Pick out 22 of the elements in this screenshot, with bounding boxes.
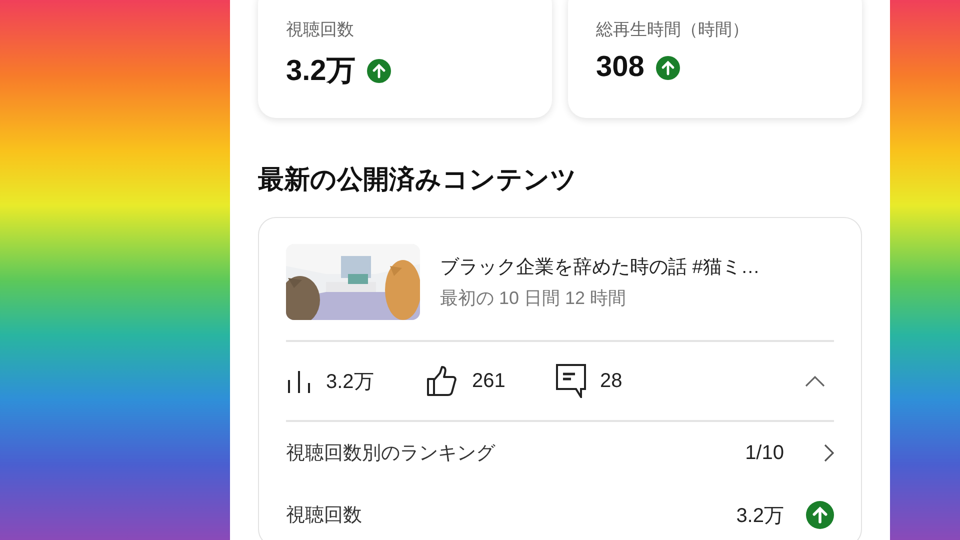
- metric-label: 視聴回数別のランキング: [286, 442, 496, 466]
- video-title[interactable]: ブラック企業を辞めた時の話 #猫ミ…: [440, 254, 760, 280]
- card-value: 308: [596, 51, 644, 84]
- metric-value: 3.2万: [736, 504, 784, 528]
- card-label: 視聴回数: [286, 19, 355, 41]
- stat-value: 28: [600, 370, 622, 392]
- metric-label: 視聴回数: [286, 504, 363, 528]
- chevron-right-icon: [824, 444, 834, 462]
- stat-value: 261: [472, 370, 506, 392]
- comment-icon: [556, 364, 586, 398]
- time-period: 最初の 10 日間 12 時間: [440, 287, 628, 310]
- bar-chart-icon: [286, 368, 312, 394]
- metric-value: 1/10: [745, 442, 784, 464]
- card-value: 3.2万: [286, 54, 356, 89]
- stat-value: 3.2万: [326, 370, 374, 394]
- ranking-row[interactable]: 視聴回数別のランキング 1/10: [286, 422, 834, 484]
- chevron-up-icon[interactable]: [804, 374, 826, 388]
- card-label: 総再生時間（時間）: [596, 19, 750, 41]
- summary-card[interactable]: 視聴回数 3.2万: [258, 0, 552, 118]
- summary-card[interactable]: 総再生時間（時間） 308: [568, 0, 862, 118]
- section-heading: 最新の公開済みコンテンツ: [258, 163, 577, 196]
- thumbs-up-icon: [426, 365, 458, 397]
